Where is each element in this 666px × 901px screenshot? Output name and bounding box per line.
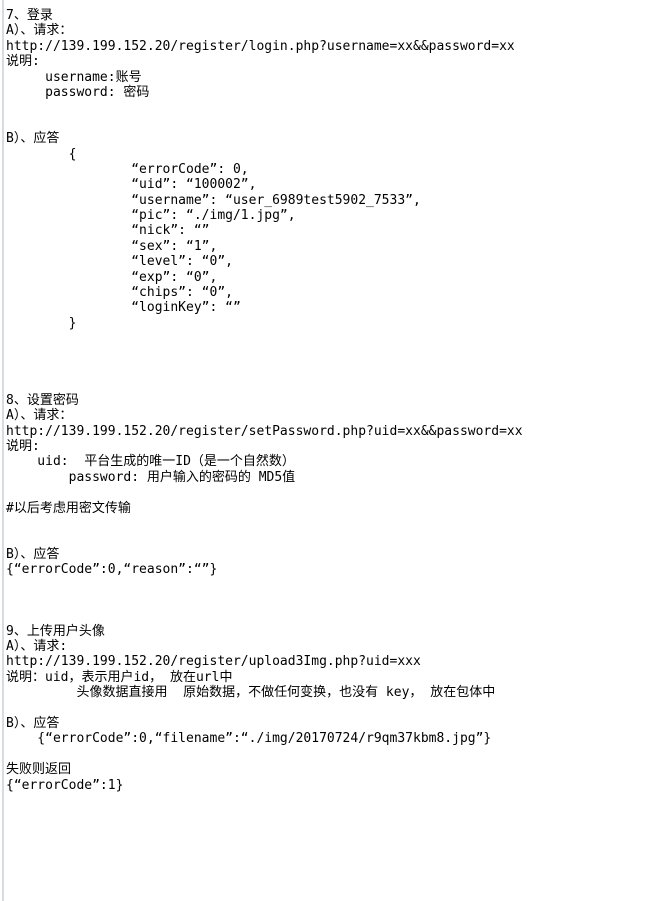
- section-8-request-label: A）、请求：: [6, 408, 73, 424]
- section-8-desc-label: 说明:: [6, 438, 40, 454]
- section-login: 7、登录 A）、请求： http://139.199.152.20/regist…: [6, 8, 666, 331]
- section-7-json-open-brace: {: [6, 146, 77, 162]
- document-body: 7、登录 A）、请求： http://139.199.152.20/regist…: [0, 0, 666, 793]
- section-7-json-errorcode: “errorCode”: 0,: [6, 161, 249, 177]
- section-7-json-close-brace: }: [6, 315, 77, 331]
- section-7-request-url: http://139.199.152.20/register/login.php…: [6, 38, 515, 54]
- section-7-json-uid: “uid”: “100002”,: [6, 177, 257, 193]
- section-9-desc-body: 头像数据直接用 原始数据，不做任何变换，也没有 key， 放在包体中: [6, 685, 496, 701]
- section-9-response-json: {“errorCode”:0,“filename”:“./img/2017072…: [6, 731, 492, 747]
- section-9-failure-json: {“errorCode”:1}: [6, 777, 124, 793]
- section-7-json-sex: “sex”: “1”,: [6, 238, 218, 254]
- section-9-desc-uid: 说明：uid，表示用户id， 放在url中: [6, 669, 233, 685]
- section-9-request-url: http://139.199.152.20/register/upload3Im…: [6, 654, 421, 670]
- section-set-password: 8、设置密码 A）、请求： http://139.199.152.20/regi…: [6, 393, 666, 578]
- section-9-response-label: B）、应答: [6, 715, 60, 731]
- section-8-param-uid: uid: 平台生成的唯一ID（是一个自然数）: [6, 454, 295, 470]
- section-8-response-json: {“errorCode”:0,“reason”:“”}: [6, 562, 218, 578]
- section-upload-avatar: 9、上传用户头像 A）、请求: http://139.199.152.20/re…: [6, 624, 666, 793]
- section-8-param-password: password: 用户输入的密码的 MD5值: [6, 469, 296, 485]
- section-7-json-username: “username”: “user_6989test5902_7533”,: [6, 192, 421, 208]
- section-7-json-loginkey: “loginKey”: “”: [6, 300, 241, 316]
- section-7-response-label: B）、应答: [6, 131, 60, 147]
- section-7-desc-label: 说明:: [6, 54, 40, 70]
- section-8-title: 8、设置密码: [6, 392, 79, 408]
- section-8-note-comment: #以后考虑用密文传输: [6, 500, 131, 516]
- section-8-request-url: http://139.199.152.20/register/setPasswo…: [6, 423, 523, 439]
- section-7-json-pic: “pic”: “./img/1.jpg”,: [6, 208, 296, 224]
- section-7-title: 7、登录: [6, 8, 53, 23]
- section-8-response-label: B）、应答: [6, 546, 60, 562]
- section-7-param-password: password: 密码: [6, 84, 150, 100]
- section-9-title: 9、上传用户头像: [6, 623, 105, 639]
- section-7-json-exp: “exp”: “0”,: [6, 269, 218, 285]
- section-7-json-nick: “nick”: “”: [6, 223, 210, 239]
- section-7-json-level: “level”: “0”,: [6, 254, 233, 270]
- section-9-request-label: A）、请求:: [6, 639, 68, 655]
- section-7-param-username: username:账号: [6, 69, 142, 85]
- section-7-json-chips: “chips”: “0”,: [6, 285, 233, 301]
- section-7-request-label: A）、请求：: [6, 23, 73, 39]
- section-9-failure-label: 失败则返回: [6, 762, 72, 778]
